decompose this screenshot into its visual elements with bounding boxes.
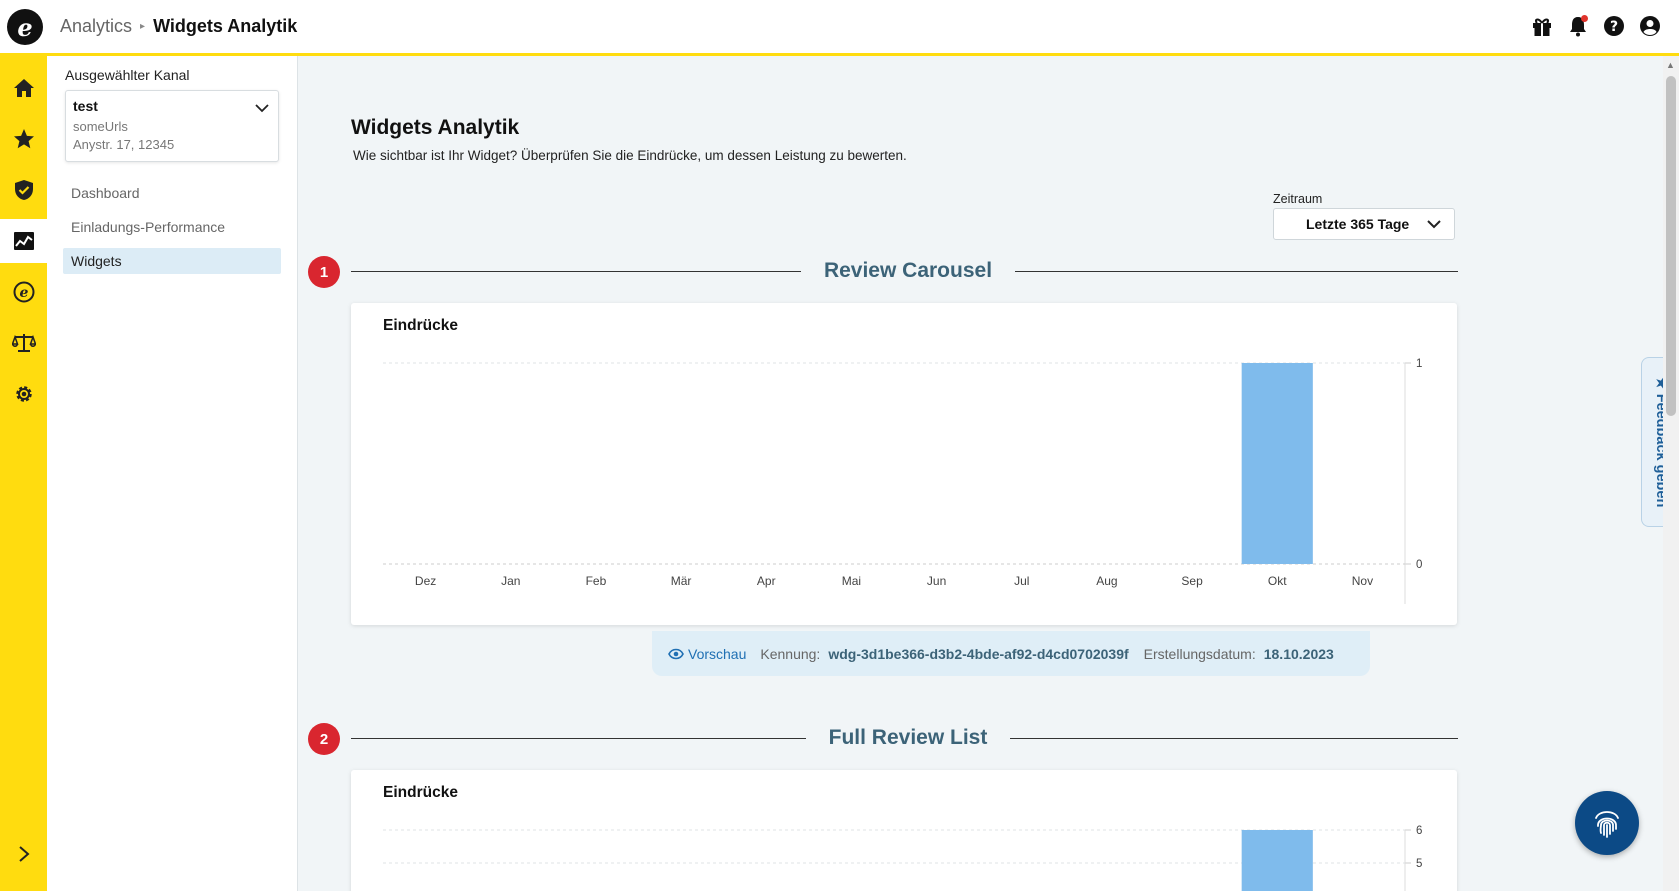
widget-info-bar: Vorschau Kennung: wdg-3d1be366-d3b2-4bde… bbox=[652, 631, 1370, 676]
scale-icon[interactable] bbox=[0, 321, 47, 365]
page-scrollbar[interactable]: ▲ bbox=[1663, 56, 1679, 891]
section-divider bbox=[351, 738, 806, 739]
channel-name: test bbox=[73, 98, 98, 114]
zeitraum-select[interactable]: Letzte 365 Tage bbox=[1273, 208, 1455, 240]
impressions-chart: 0 1 Dez Jan Feb Mär Apr Mai Jun Jul Aug Sep Okt Nov bbox=[383, 358, 1422, 604]
sidebar-item-widgets[interactable]: Widgets bbox=[63, 248, 281, 274]
widget-id-label: Kennung: bbox=[760, 645, 821, 662]
section-header-review-carousel: 1 Review Carousel bbox=[308, 254, 1458, 290]
section-divider bbox=[351, 271, 801, 272]
page-title: Widgets Analytik bbox=[351, 116, 520, 139]
channel-url: someUrls bbox=[73, 119, 128, 134]
fingerprint-icon bbox=[1595, 811, 1619, 838]
svg-text:?: ? bbox=[1610, 19, 1618, 35]
y-tick-label: 6 bbox=[1416, 825, 1422, 837]
section-number-badge: 2 bbox=[308, 723, 340, 755]
section-number-badge: 1 bbox=[308, 256, 340, 288]
x-tick-label: Mai bbox=[842, 574, 861, 588]
y-tick-label: 0 bbox=[1416, 559, 1422, 571]
x-tick-label: Jan bbox=[501, 574, 520, 588]
bar-Okt bbox=[1241, 363, 1313, 564]
breadcrumb-analytics-link[interactable]: Analytics bbox=[60, 16, 132, 37]
top-bar: e Analytics ▸ Widgets Analytik ? bbox=[0, 0, 1679, 56]
x-tick-label: Mär bbox=[671, 574, 692, 588]
fingerprint-button[interactable] bbox=[1575, 791, 1639, 855]
eye-icon bbox=[668, 648, 684, 659]
trusted-shops-logo[interactable]: e bbox=[7, 9, 43, 45]
breadcrumb-separator-icon: ▸ bbox=[140, 21, 146, 32]
widget-id-value: wdg-3d1be366-d3b2-4bde-af92-d4cd0702039f bbox=[828, 645, 1129, 662]
x-tick-label: Dez bbox=[415, 574, 436, 588]
section-header-full-review-list: 2 Full Review List bbox=[308, 721, 1458, 757]
channel-address: Anystr. 17, 12345 bbox=[73, 137, 175, 152]
gift-icon[interactable] bbox=[1531, 14, 1553, 38]
help-icon[interactable]: ? bbox=[1603, 14, 1625, 38]
y-tick-label: 1 bbox=[1416, 358, 1422, 370]
main-navigation-rail: e bbox=[0, 56, 47, 891]
x-tick-label: Nov bbox=[1352, 574, 1373, 588]
chevron-down-icon bbox=[1426, 217, 1442, 234]
shield-check-icon[interactable] bbox=[0, 168, 47, 212]
x-tick-label: Okt bbox=[1268, 574, 1287, 588]
home-icon[interactable] bbox=[0, 66, 47, 110]
section-title: Full Review List bbox=[828, 726, 988, 749]
channel-selector[interactable]: test someUrls Anystr. 17, 12345 bbox=[65, 90, 279, 162]
impressions-card: Eindrücke 56 bbox=[351, 770, 1457, 891]
x-tick-label: Feb bbox=[586, 574, 607, 588]
bell-icon[interactable] bbox=[1567, 14, 1589, 38]
creation-date-value: 18.10.2023 bbox=[1263, 645, 1334, 662]
x-tick-label: Apr bbox=[757, 574, 776, 588]
account-icon[interactable] bbox=[1639, 14, 1661, 38]
sidebar-item-dashboard[interactable]: Dashboard bbox=[63, 180, 281, 206]
settings-icon[interactable] bbox=[0, 372, 47, 416]
sidebar-item-einladungs-performance[interactable]: Einladungs-Performance bbox=[63, 214, 281, 240]
channel-label: Ausgewählter Kanal bbox=[65, 67, 190, 83]
page-subtitle: Wie sichtbar ist Ihr Widget? Überprüfen … bbox=[353, 148, 907, 163]
preview-label: Vorschau bbox=[688, 645, 747, 662]
x-tick-label: Jun bbox=[927, 574, 946, 588]
e-logo-icon[interactable]: e bbox=[0, 270, 47, 314]
section-divider bbox=[1010, 738, 1458, 739]
y-tick-label: 5 bbox=[1416, 858, 1422, 870]
bar-Okt bbox=[1241, 830, 1313, 891]
impressions-chart: 56 bbox=[383, 825, 1422, 891]
section-title: Review Carousel bbox=[823, 259, 993, 282]
header-actions: ? bbox=[1531, 14, 1661, 38]
zeitraum-label: Zeitraum bbox=[1273, 192, 1323, 206]
scrollbar-thumb[interactable] bbox=[1666, 76, 1676, 416]
x-tick-label: Sep bbox=[1181, 574, 1203, 588]
section-divider bbox=[1015, 271, 1458, 272]
star-icon[interactable] bbox=[0, 117, 47, 161]
x-tick-label: Jul bbox=[1014, 574, 1029, 588]
analytics-icon[interactable] bbox=[0, 219, 47, 263]
scroll-up-icon[interactable]: ▲ bbox=[1666, 60, 1675, 70]
creation-date-label: Erstellungsdatum: bbox=[1143, 645, 1256, 662]
notification-dot bbox=[1581, 15, 1588, 22]
impressions-card: Eindrücke 0 1 Dez Jan Feb Mär Apr Mai Jun Jul Aug S… bbox=[351, 303, 1457, 625]
chevron-right-icon[interactable] bbox=[0, 832, 47, 876]
zeitraum-value: Letzte 365 Tage bbox=[1306, 216, 1410, 232]
svg-text:e: e bbox=[19, 285, 28, 301]
x-tick-label: Aug bbox=[1096, 574, 1117, 588]
preview-link[interactable]: Vorschau bbox=[668, 646, 746, 662]
breadcrumb-current: Widgets Analytik bbox=[153, 16, 298, 36]
sidebar: Ausgewählter Kanal test someUrls Anystr.… bbox=[47, 56, 298, 891]
breadcrumb: Analytics ▸ Widgets Analytik bbox=[60, 16, 297, 37]
chevron-down-icon bbox=[254, 100, 270, 118]
